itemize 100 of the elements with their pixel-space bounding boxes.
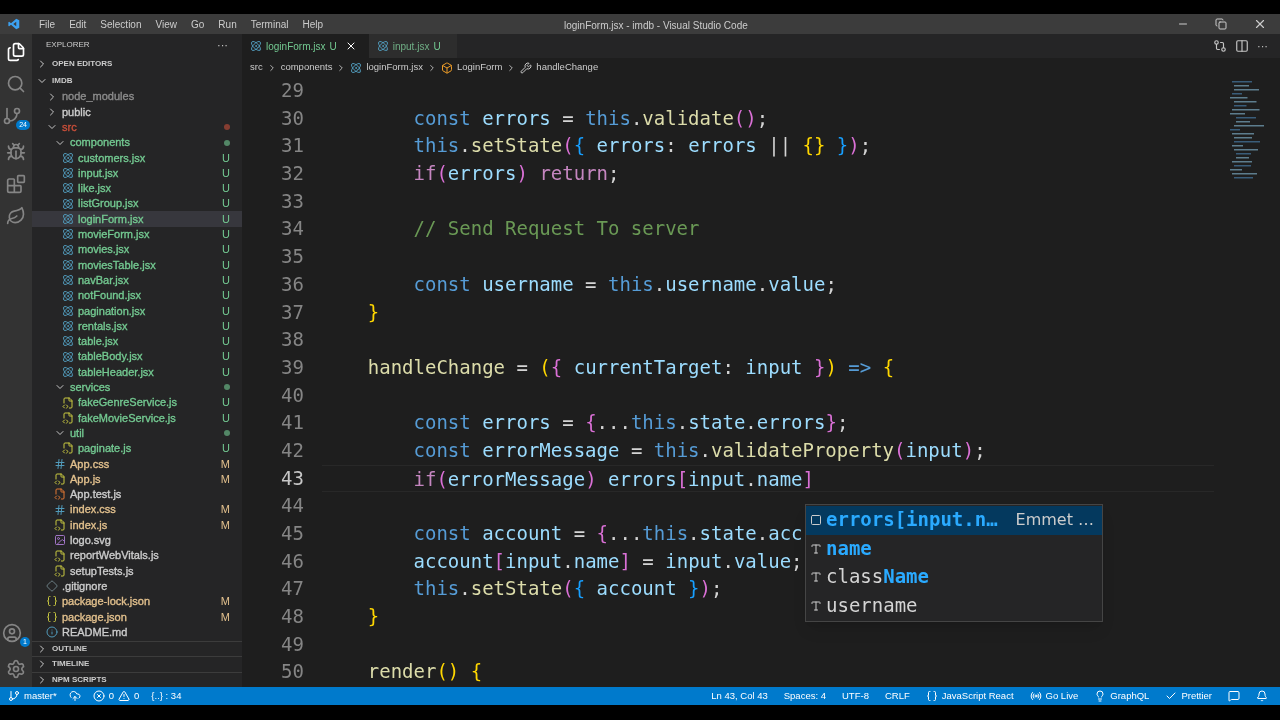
suggestion-item[interactable]: name: [806, 534, 1102, 563]
git-status: U: [222, 349, 230, 365]
status-item[interactable]: {..} : 34: [151, 688, 182, 704]
feedback-icon[interactable]: [1228, 690, 1240, 702]
folder-name: node_modules: [62, 89, 135, 105]
folder-name: public: [62, 104, 91, 120]
line-number: 46: [280, 548, 304, 574]
settings-icon[interactable]: [6, 659, 26, 679]
lightbulb-icon: [1094, 690, 1107, 702]
search-icon[interactable]: [6, 74, 26, 94]
line-number: 49: [280, 631, 304, 657]
editor-tab[interactable]: loginForm.jsx U: [242, 34, 369, 58]
file-name: loginForm.jsx: [78, 211, 144, 227]
explorer-entry[interactable]: loginForm.jsx U: [32, 211, 242, 227]
git-status: U: [222, 227, 230, 243]
file-name: pagination.jsx: [78, 303, 146, 319]
status-item[interactable]: JavaScript React: [921, 688, 1018, 704]
section-header[interactable]: OUTLINE: [32, 640, 242, 656]
code-line: const errors = {...this.state.errors};: [412, 410, 849, 436]
extensions-icon[interactable]: [6, 174, 26, 194]
check-icon: [1165, 690, 1178, 702]
status-item[interactable]: CRLF: [880, 688, 914, 704]
file-name: input.jsx: [78, 165, 119, 181]
suggestion-item[interactable]: errors[input.n… Emmet …: [806, 506, 1102, 535]
breadcrumb[interactable]: loginForm.jsx: [350, 60, 423, 75]
suggestion-label: errors[input.n…: [826, 507, 998, 533]
file-name: fakeMovieService.js: [78, 410, 176, 426]
file-name: App.js: [70, 471, 101, 487]
more-button[interactable]: ···: [1257, 37, 1268, 55]
status-item[interactable]: Spaces: 4: [779, 688, 830, 704]
section-header[interactable]: OPEN EDITORS: [32, 56, 242, 72]
status-item[interactable]: Prettier: [1161, 688, 1216, 704]
app-logo: [8, 18, 20, 30]
branch-icon: [8, 690, 20, 702]
tab-label: input.jsx: [392, 39, 430, 54]
file-name: fakeGenreService.js: [78, 395, 178, 411]
file-name: .gitignore: [62, 578, 108, 594]
git-status: U: [433, 39, 441, 54]
restore-icon[interactable]: [1215, 18, 1227, 30]
breadcrumb[interactable]: LoginForm: [440, 60, 503, 75]
section-header[interactable]: IMDB: [32, 72, 242, 89]
menu-item[interactable]: Run: [211, 16, 244, 32]
menu-item[interactable]: File: [32, 16, 63, 32]
git-status: U: [222, 272, 230, 288]
line-number: 30: [280, 105, 304, 131]
code-line: account[input.name] = input.value;: [412, 548, 803, 574]
line-number: 44: [280, 493, 304, 519]
git-status: M: [220, 594, 230, 610]
leaf-icon[interactable]: [6, 206, 26, 226]
git-status: U: [222, 318, 230, 334]
suggestion-label: className: [826, 564, 929, 590]
line-number: 48: [280, 604, 304, 630]
file-name: listGroup.jsx: [78, 196, 139, 212]
breadcrumb[interactable]: components: [280, 60, 333, 75]
code-line: render() {: [366, 659, 483, 685]
close-icon[interactable]: [1253, 17, 1267, 31]
explorer-icon[interactable]: [6, 42, 26, 62]
folder-name: services: [70, 380, 111, 396]
menu-item[interactable]: Selection: [93, 16, 149, 32]
menu-item[interactable]: View: [148, 16, 184, 32]
breadcrumb[interactable]: handleChange: [520, 60, 599, 75]
split-editor-icon[interactable]: [1235, 39, 1249, 53]
branch-indicator[interactable]: master*: [8, 688, 57, 704]
git-status: U: [222, 196, 230, 212]
git-status: U: [222, 211, 230, 227]
breadcrumb[interactable]: src: [250, 60, 263, 75]
notifications-icon[interactable]: [1256, 690, 1268, 702]
line-number: 39: [280, 354, 304, 380]
file-name: package.json: [62, 609, 127, 625]
editor-tab[interactable]: input.jsx U: [368, 34, 457, 58]
status-item[interactable]: Go Live: [1025, 688, 1083, 704]
line-number: 47: [280, 576, 304, 602]
git-status: U: [222, 165, 230, 181]
status-item[interactable]: GraphQL: [1090, 688, 1154, 704]
atom-icon: [376, 40, 389, 52]
problems-indicator[interactable]: 0 0: [92, 688, 140, 704]
git-status: U: [222, 150, 230, 166]
status-item[interactable]: Ln 43, Col 43: [707, 688, 772, 704]
suggestion-item[interactable]: username: [806, 591, 1102, 620]
status-item[interactable]: UTF-8: [838, 688, 873, 704]
menu-item[interactable]: Terminal: [243, 16, 296, 32]
suggestion-item[interactable]: className: [806, 563, 1102, 592]
run-debug-icon[interactable]: [6, 142, 26, 162]
braces-icon: [925, 690, 938, 702]
code-line: if(errors) return;: [412, 161, 620, 187]
menu-item[interactable]: Go: [184, 16, 212, 32]
menu-item[interactable]: Help: [295, 16, 331, 32]
menu-item[interactable]: Edit: [62, 16, 94, 32]
warning-count: 0: [134, 688, 140, 703]
snippet-icon: [810, 514, 822, 527]
git-status: U: [329, 39, 337, 54]
section-header[interactable]: TIMELINE: [32, 656, 242, 672]
more-button[interactable]: ···: [217, 36, 228, 54]
cloud-upload-icon[interactable]: [68, 690, 81, 702]
file-name: rentals.jsx: [78, 318, 128, 334]
line-number: 45: [280, 521, 304, 546]
compare-icon[interactable]: [1213, 39, 1227, 53]
file-name: index.js: [70, 517, 108, 533]
file-name: tableHeader.jsx: [78, 364, 154, 380]
code-line: const account = {...this.state.acc: [412, 521, 803, 546]
